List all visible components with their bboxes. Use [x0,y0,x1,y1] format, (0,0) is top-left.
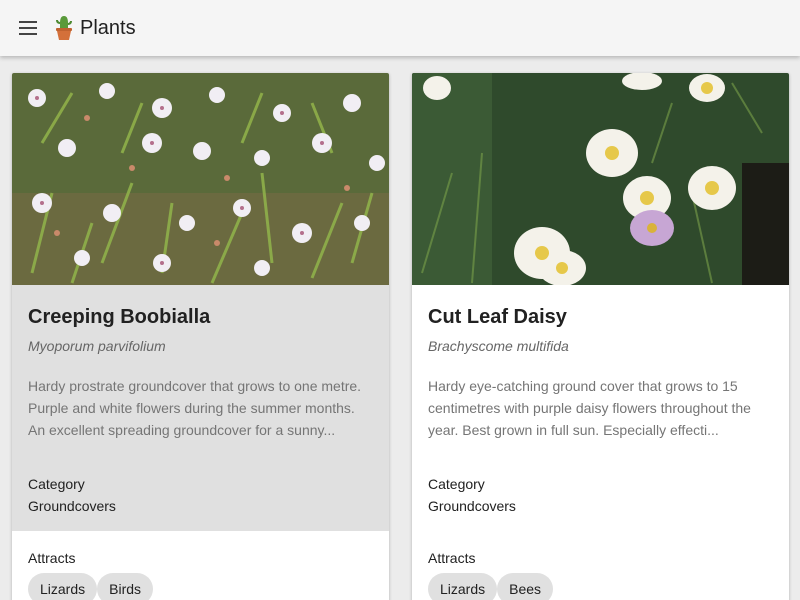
category-value: Groundcovers [428,498,516,514]
app-title: Plants [80,16,136,39]
plant-description: Hardy prostrate groundcover that grows t… [28,378,362,438]
attracts-section: Attracts Lizards Bees [412,531,789,600]
potted-cactus-icon [56,16,72,40]
card-content: Creeping Boobialla Myoporum parvifolium … [12,285,389,531]
white-star-flowers-photo [12,73,389,285]
attracts-chip[interactable]: Birds [97,573,154,600]
plant-card[interactable]: Cut Leaf Daisy Brachyscome multifida Har… [412,73,789,600]
attracts-label: Attracts [428,550,476,566]
attracts-chip[interactable]: Lizards [428,573,498,600]
plant-card[interactable]: Creeping Boobialla Myoporum parvifolium … [12,73,389,600]
daisy-flowers-photo [412,73,789,285]
scientific-name: Brachyscome multifida [428,338,569,354]
category-label: Category [428,476,485,492]
category-value: Groundcovers [28,498,116,514]
app-bar: Plants [0,0,800,56]
plant-description: Hardy eye-catching ground cover that gro… [428,378,751,438]
attracts-chip[interactable]: Bees [497,573,554,600]
category-label: Category [28,476,85,492]
attracts-chips: Lizards Birds [28,573,373,600]
plant-name: Creeping Boobialla [28,306,211,328]
attracts-label: Attracts [28,550,76,566]
hamburger-menu-icon[interactable] [16,16,40,40]
card-content: Cut Leaf Daisy Brachyscome multifida Har… [412,285,789,531]
attracts-chips: Lizards Bees [428,573,773,600]
plant-name: Cut Leaf Daisy [428,306,567,328]
attracts-chip[interactable]: Lizards [28,573,98,600]
attracts-section: Attracts Lizards Birds [12,531,389,600]
scientific-name: Myoporum parvifolium [28,338,166,354]
